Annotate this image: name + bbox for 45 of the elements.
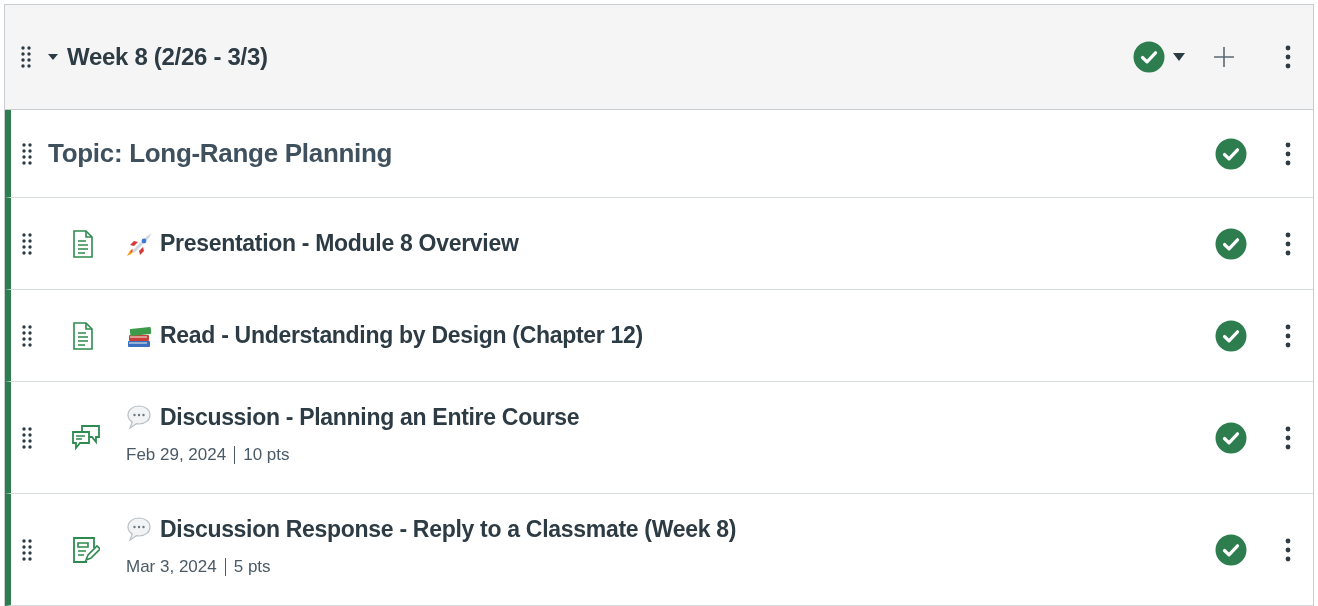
more-options-button[interactable] bbox=[1285, 425, 1291, 450]
caret-down-icon bbox=[1173, 53, 1185, 61]
more-options-button[interactable] bbox=[1285, 45, 1291, 69]
speech-bubble-icon bbox=[126, 403, 152, 430]
publish-menu-button[interactable] bbox=[1133, 41, 1185, 73]
item-title-link[interactable]: Discussion Response - Reply to a Classmate (Week 8) bbox=[160, 511, 737, 546]
points: 10 pts bbox=[243, 444, 290, 466]
drag-handle-icon[interactable] bbox=[21, 46, 31, 68]
kebab-icon bbox=[1285, 537, 1291, 562]
drag-handle-icon[interactable] bbox=[22, 142, 32, 165]
points: 5 pts bbox=[233, 556, 271, 578]
kebab-icon bbox=[1285, 425, 1291, 450]
add-item-button[interactable] bbox=[1213, 46, 1235, 68]
text-header: Topic: Long-Range Planning bbox=[48, 137, 393, 170]
kebab-icon bbox=[1285, 323, 1291, 348]
rocket-icon bbox=[126, 230, 152, 257]
published-icon[interactable] bbox=[1133, 41, 1165, 73]
item-title-link[interactable]: Read - Understanding by Design (Chapter 12) bbox=[160, 318, 643, 353]
collapse-toggle[interactable] bbox=[47, 53, 59, 61]
caret-down-icon bbox=[47, 53, 59, 61]
published-icon[interactable] bbox=[1215, 319, 1247, 352]
plus-icon bbox=[1213, 46, 1235, 68]
drag-handle-icon[interactable] bbox=[22, 324, 32, 347]
published-icon[interactable] bbox=[1215, 421, 1247, 454]
item-title-link[interactable]: Presentation - Module 8 Overview bbox=[160, 226, 519, 261]
item-title-link[interactable]: Discussion - Planning an Entire Course bbox=[160, 399, 580, 434]
discussion-icon bbox=[72, 423, 100, 452]
assignment-icon bbox=[72, 535, 100, 564]
speech-bubble-icon bbox=[126, 515, 152, 542]
published-icon[interactable] bbox=[1215, 137, 1247, 170]
due-date: Mar 3, 2024 bbox=[126, 556, 217, 578]
drag-handle-icon[interactable] bbox=[22, 426, 32, 449]
more-options-button[interactable] bbox=[1285, 323, 1291, 348]
published-icon[interactable] bbox=[1215, 227, 1247, 260]
drag-handle-icon[interactable] bbox=[22, 232, 32, 255]
kebab-icon bbox=[1285, 45, 1291, 69]
module-title: Week 8 (2/26 - 3/3) bbox=[67, 42, 268, 72]
kebab-icon bbox=[1285, 141, 1291, 166]
due-date: Feb 29, 2024 bbox=[126, 444, 227, 466]
kebab-icon bbox=[1285, 231, 1291, 256]
more-options-button[interactable] bbox=[1285, 231, 1291, 256]
published-icon[interactable] bbox=[1215, 533, 1247, 566]
more-options-button[interactable] bbox=[1285, 141, 1291, 166]
more-options-button[interactable] bbox=[1285, 537, 1291, 562]
drag-handle-icon[interactable] bbox=[22, 538, 32, 561]
